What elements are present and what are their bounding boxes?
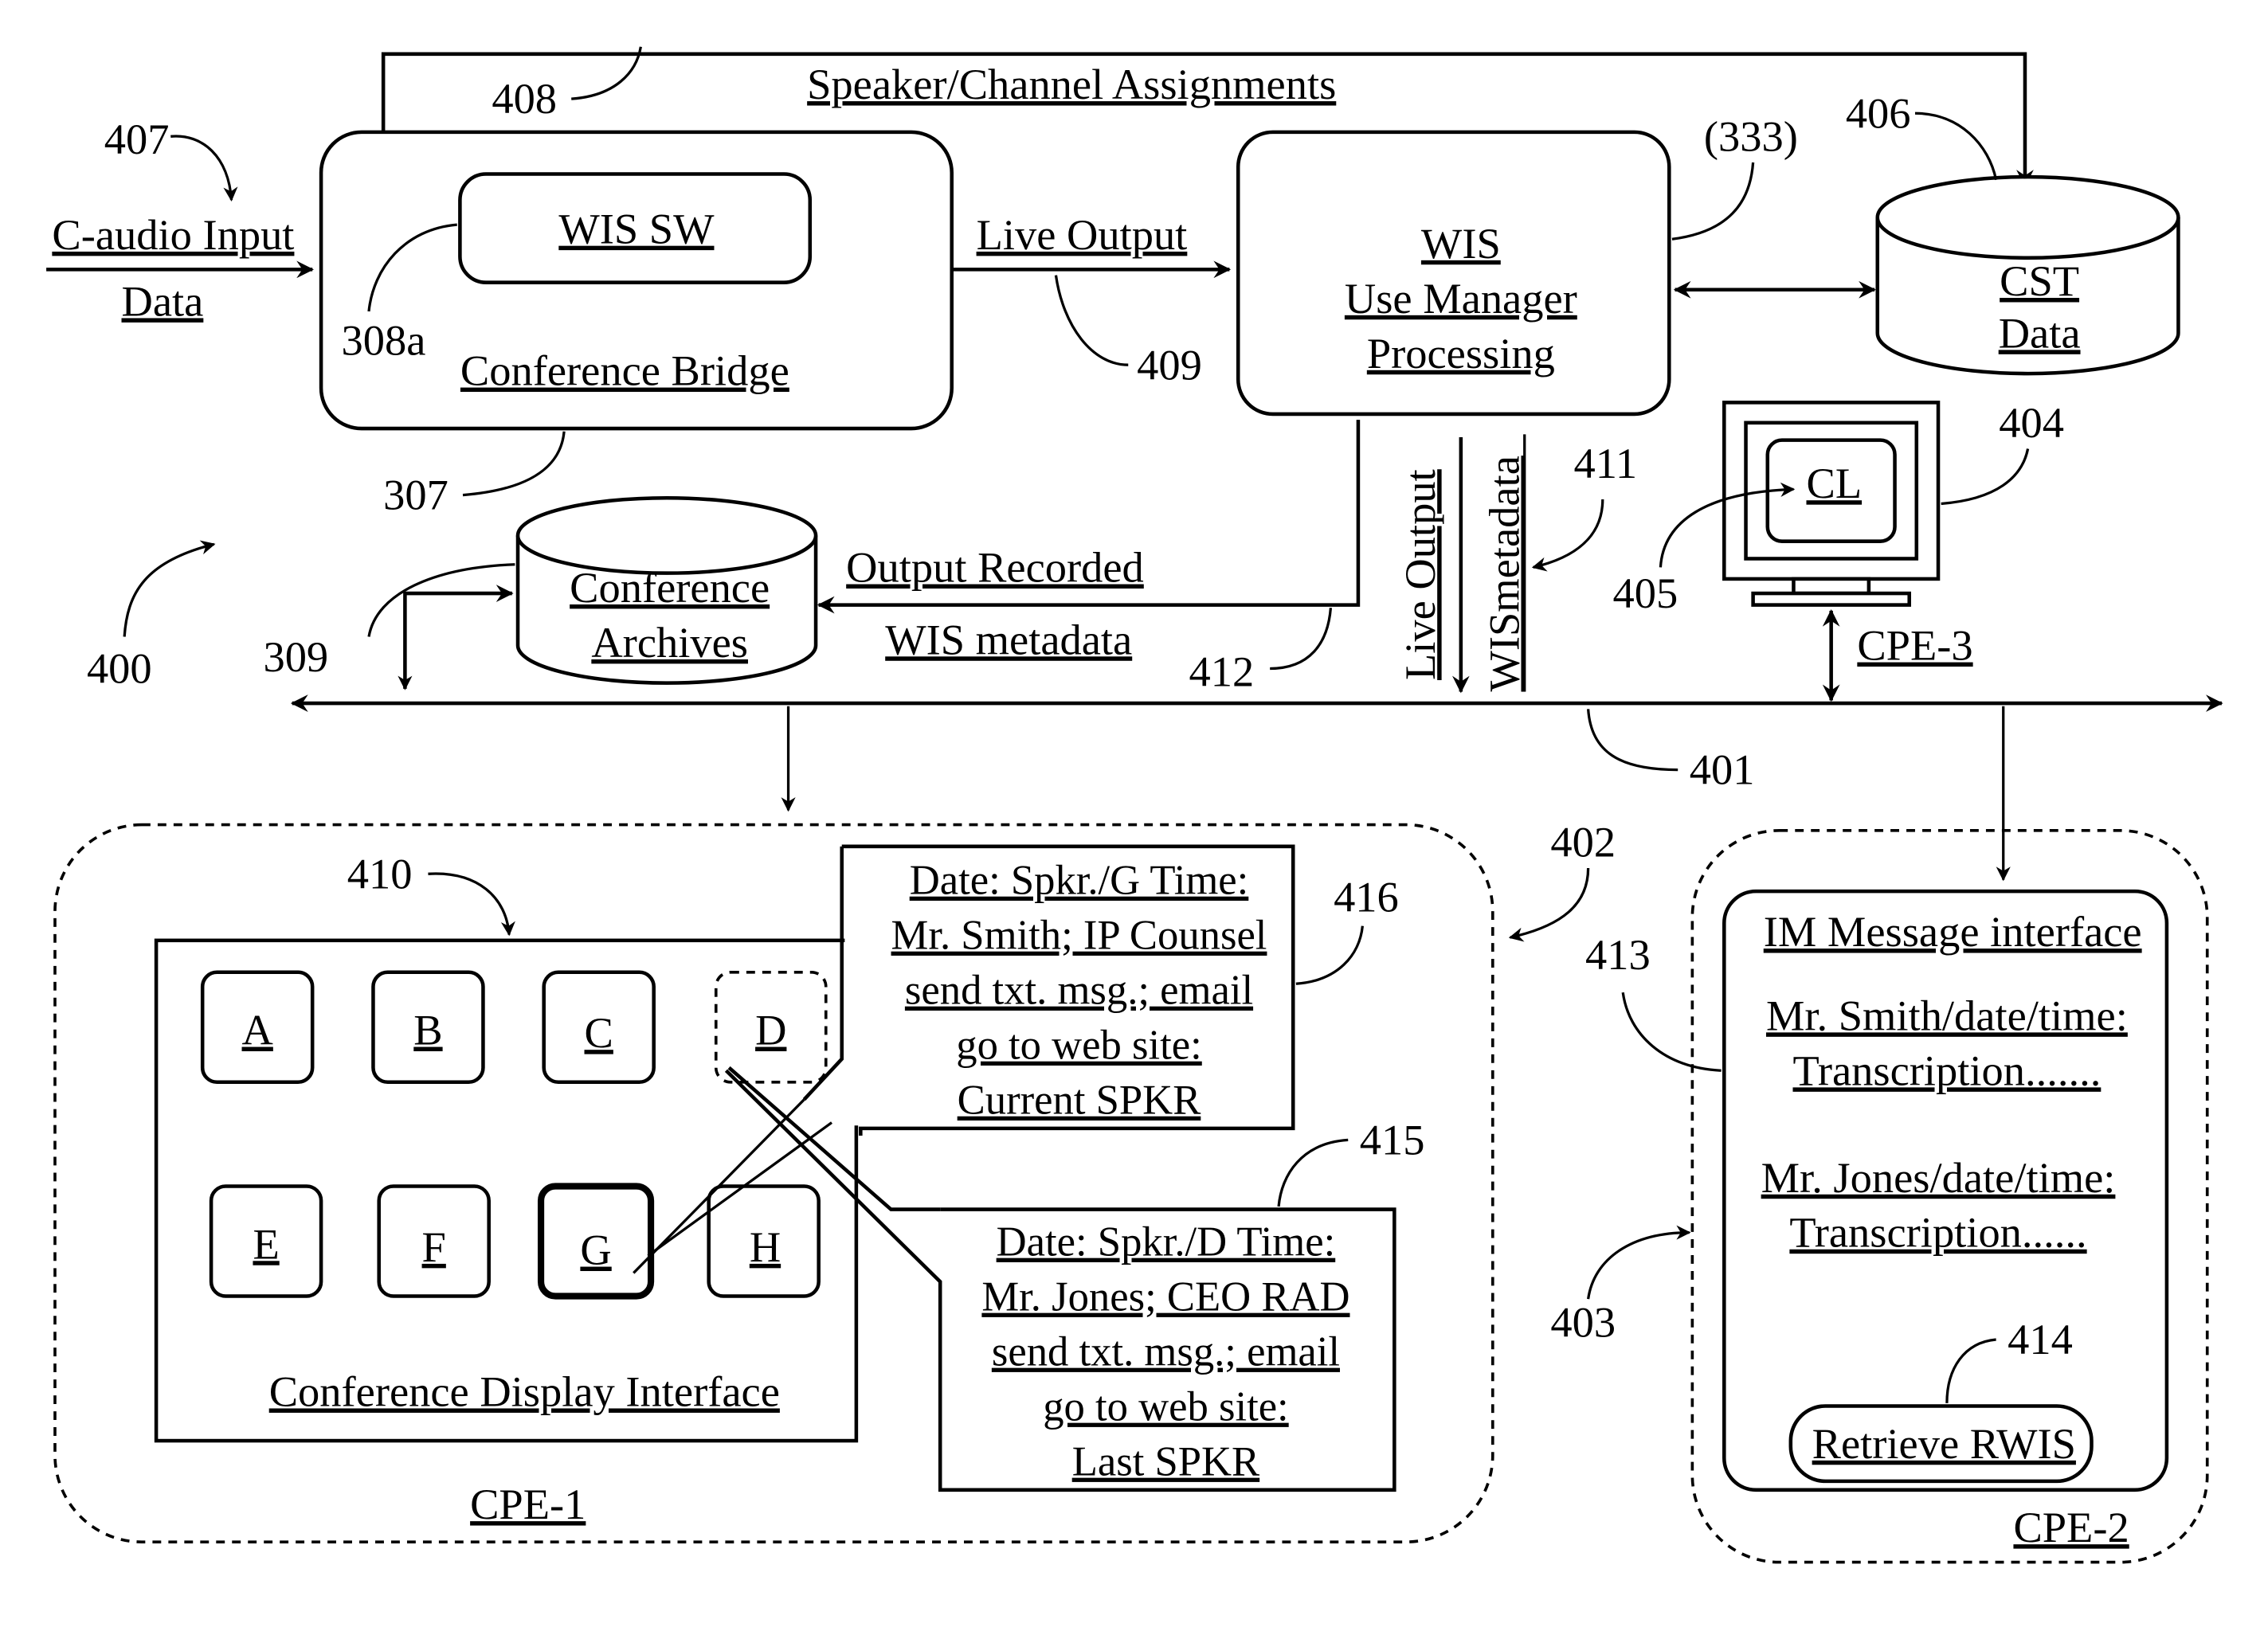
callout-current-line2: Mr. Smith; IP Counsel (891, 913, 1267, 959)
display-label: Conference Display Interface (269, 1367, 780, 1415)
speaker-tile-h[interactable]: H (707, 1184, 821, 1298)
tile-f-label: F (422, 1222, 446, 1271)
speaker-tile-c[interactable]: C (542, 970, 656, 1085)
ref-413: 413 (1585, 930, 1651, 979)
callout-current-line5: Current SPKR (958, 1078, 1202, 1124)
callout-last-line1: Date: Spkr./D Time: (997, 1219, 1336, 1265)
ref-402: 402 (1550, 818, 1616, 866)
cst-line1: CST (2000, 256, 2079, 305)
figure-reference: 400 (87, 540, 216, 693)
conference-bridge-label: Conference Bridge (460, 346, 789, 395)
patent-figure: 408 Speaker/Channel Assignments 407 C-au… (46, 46, 2223, 1564)
conference-bridge: WIS SW 308a Conference Bridge 307 (319, 130, 954, 519)
cpe2-label: CPE-2 (2013, 1503, 2129, 1551)
ref-405: 405 (1612, 569, 1678, 617)
archives-line2: Archives (591, 618, 748, 667)
ref-404: 404 (1999, 398, 2064, 447)
im-message1-body: Transcription....... (1792, 1046, 2101, 1094)
ref-410: 410 (347, 849, 413, 898)
ref-308a: 308a (342, 315, 426, 364)
ref-408: 408 (492, 74, 557, 123)
tile-b-label: B (413, 1006, 442, 1054)
callout-current-line1: Date: Spkr./G Time: (910, 858, 1249, 904)
callout-last-line4: go to web site: (1043, 1384, 1289, 1430)
ref-309: 309 (263, 632, 328, 681)
tile-c-label: C (585, 1008, 613, 1057)
speaker-tile-b[interactable]: B (371, 970, 485, 1085)
live-output-label: Live Output (977, 210, 1188, 259)
speaker-tile-g[interactable]: G (537, 1183, 655, 1300)
cpe1-group: CPE-1 402 410 Conference Display Interfa… (53, 818, 1616, 1543)
ref-333: (333) (1704, 111, 1798, 160)
cpe3-label: CPE-3 (1857, 621, 1972, 670)
ref-403: 403 (1550, 1297, 1616, 1346)
cpe3-terminal: CL CPE-3 404 405 (1612, 398, 2064, 702)
ref-407: 407 (104, 115, 170, 163)
ref-400: 400 (87, 644, 152, 693)
speaker-tile-a[interactable]: A (200, 970, 315, 1085)
cpe1-label: CPE-1 (470, 1480, 586, 1528)
callout-last-line2: Mr. Jones; CEO RAD (981, 1274, 1349, 1320)
output-recorded-line1: Output Recorded (846, 543, 1144, 592)
speaker-channel-label: Speaker/Channel Assignments (807, 60, 1336, 108)
ref-411: 411 (1573, 439, 1637, 487)
archives-line1: Conference (570, 563, 770, 612)
cpe2-group: CPE-2 403 IM Message interface Mr. Smith… (1550, 829, 2209, 1564)
tile-e-label: E (253, 1219, 279, 1268)
wis-sw-label: WIS SW (558, 205, 715, 253)
use-manager-line3: Processing (1367, 329, 1555, 377)
ref-307: 307 (383, 471, 449, 519)
cl-label: CL (1806, 459, 1862, 507)
vertical-wis-metadata-label: WISmetadata (1479, 456, 1528, 691)
retrieve-rwis-button[interactable]: Retrieve RWIS (1788, 1404, 2094, 1484)
output-recorded-line2: WIS metadata (885, 615, 1132, 663)
use-manager-line1: WIS (1421, 219, 1501, 268)
cst-line2: Data (1999, 308, 2081, 357)
speaker-tile-e[interactable]: E (209, 1184, 323, 1298)
ref-416: 416 (1334, 873, 1399, 921)
im-message2-body: Transcription...... (1789, 1208, 2086, 1257)
callout-last-line5: Last SPKR (1072, 1439, 1260, 1485)
vertical-live-output-label: Live Output (1396, 469, 1444, 680)
speaker-tile-f[interactable]: F (377, 1184, 491, 1298)
tile-g-label: G (580, 1226, 611, 1274)
tile-a-label: A (242, 1006, 273, 1054)
ref-412: 412 (1189, 647, 1254, 695)
callout-last-line3: send txt. msg.; email (992, 1329, 1340, 1375)
tile-h-label: H (750, 1222, 781, 1271)
im-message1-header: Mr. Smith/date/time: (1766, 991, 2128, 1039)
conference-archives: Conference Archives 309 (263, 495, 818, 690)
im-title: IM Message interface (1764, 907, 2142, 956)
audio-input: 407 C-audio Input Data (46, 115, 315, 325)
output-recorded: Output Recorded WIS metadata 412 (846, 543, 1333, 695)
ref-406: 406 (1846, 88, 1911, 137)
speaker-tile-d[interactable]: D (714, 970, 828, 1084)
use-manager-line2: Use Manager (1345, 274, 1577, 323)
audio-input-label: C-audio Input (52, 210, 294, 259)
ref-401: 401 (1690, 745, 1755, 794)
retrieve-rwis-label: Retrieve RWIS (1812, 1419, 2076, 1468)
wis-use-manager: WIS Use Manager Processing (333) (1236, 111, 1876, 417)
cst-data-store: CST Data 406 (1846, 88, 2180, 376)
callout-current-line3: send txt. msg.; email (905, 968, 1253, 1014)
ref-414: 414 (2008, 1315, 2073, 1363)
audio-input-data-label: Data (122, 276, 204, 325)
callout-current-line4: go to web site: (956, 1023, 1202, 1069)
ref-415: 415 (1360, 1116, 1425, 1164)
ref-409: 409 (1137, 340, 1202, 389)
im-message2-header: Mr. Jones/date/time: (1761, 1153, 2116, 1202)
live-output-connector: Live Output 409 (951, 210, 1232, 389)
tile-d-label: D (755, 1006, 786, 1054)
